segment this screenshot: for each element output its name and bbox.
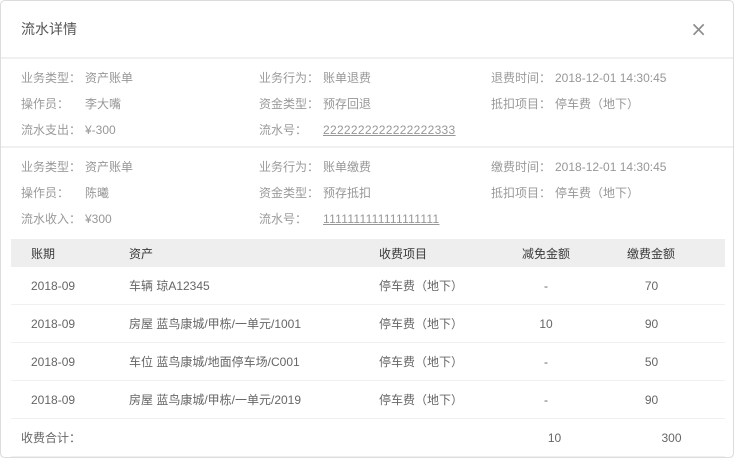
field-label: 业务类型： xyxy=(21,69,85,86)
column-header-payment: 缴费金额 xyxy=(601,239,725,267)
dialog-header: 流水详情 × xyxy=(1,1,733,59)
flow-detail-dialog: 流水详情 × 业务类型：资产账单 业务行为：账单退费 退费时间：2018-12-… xyxy=(0,0,734,458)
column-header-period: 账期 xyxy=(11,239,111,267)
cell-period: 2018-09 xyxy=(11,267,111,305)
field-flow-number: 流水号：2222222222222222333 xyxy=(259,121,491,138)
total-reduction: 10 xyxy=(491,419,601,457)
field-value: 李大嘴 xyxy=(85,97,121,111)
cell-asset: 车位 蓝鸟康城/地面停车场/C001 xyxy=(111,343,361,381)
info-block-refund: 业务类型：资产账单 业务行为：账单退费 退费时间：2018-12-01 14:3… xyxy=(1,59,733,148)
field-label: 抵扣项目： xyxy=(491,95,555,112)
field-deduction-item: 抵扣项目：停车费（地下） xyxy=(491,184,713,201)
field-label: 流水号： xyxy=(259,121,323,138)
cell-reduction: 10 xyxy=(491,305,601,343)
table-header-row: 账期 资产 收费项目 减免金额 缴费金额 xyxy=(11,239,725,267)
field-value: 2018-12-01 14:30:45 xyxy=(555,160,666,174)
field-business-action: 业务行为：账单退费 xyxy=(259,69,491,86)
cell-reduction: - xyxy=(491,343,601,381)
cell-payment: 70 xyxy=(601,267,725,305)
field-label: 业务行为： xyxy=(259,158,323,175)
cell-asset: 车辆 琼A12345 xyxy=(111,267,361,305)
field-label: 流水收入： xyxy=(21,210,85,227)
dialog-title: 流水详情 xyxy=(21,19,77,39)
field-operator: 操作员：陈曦 xyxy=(21,184,259,201)
cell-period: 2018-09 xyxy=(11,305,111,343)
column-header-reduction: 减免金额 xyxy=(491,239,601,267)
cell-payment: 90 xyxy=(601,305,725,343)
field-value: 陈曦 xyxy=(85,186,109,200)
table-row: 2018-09 车辆 琼A12345 停车费（地下） - 70 xyxy=(11,267,725,305)
field-business-action: 业务行为：账单缴费 xyxy=(259,158,491,175)
field-value: 预存抵扣 xyxy=(323,186,371,200)
field-refund-time: 退费时间：2018-12-01 14:30:45 xyxy=(491,69,713,86)
field-value: 账单退费 xyxy=(323,71,371,85)
field-value: ¥-300 xyxy=(85,123,116,137)
cell-fee-item: 停车费（地下） xyxy=(361,267,491,305)
field-value: ¥300 xyxy=(85,212,112,226)
field-label: 缴费时间： xyxy=(491,158,555,175)
table-row: 2018-09 车位 蓝鸟康城/地面停车场/C001 停车费（地下） - 50 xyxy=(11,343,725,381)
cell-fee-item: 停车费（地下） xyxy=(361,381,491,419)
column-header-asset: 资产 xyxy=(111,239,361,267)
cell-fee-item: 停车费（地下） xyxy=(361,305,491,343)
field-label: 操作员： xyxy=(21,95,85,112)
field-value: 停车费（地下） xyxy=(555,186,639,200)
field-label: 资金类型： xyxy=(259,184,323,201)
cell-payment: 90 xyxy=(601,381,725,419)
field-fund-type: 资金类型：预存抵扣 xyxy=(259,184,491,201)
cell-fee-item: 停车费（地下） xyxy=(361,343,491,381)
field-value: 预存回退 xyxy=(323,97,371,111)
cell-reduction: - xyxy=(491,267,601,305)
field-value: 账单缴费 xyxy=(323,160,371,174)
flow-number-link[interactable]: 2222222222222222333 xyxy=(323,123,456,137)
field-value: 资产账单 xyxy=(85,71,133,85)
column-header-fee-item: 收费项目 xyxy=(361,239,491,267)
cell-asset: 房屋 蓝鸟康城/甲栋/一单元/1001 xyxy=(111,305,361,343)
field-business-type: 业务类型：资产账单 xyxy=(21,69,259,86)
table-row: 2018-09 房屋 蓝鸟康城/甲栋/一单元/2019 停车费（地下） - 90 xyxy=(11,381,725,419)
cell-payment: 50 xyxy=(601,343,725,381)
field-label: 流水支出： xyxy=(21,121,85,138)
total-label: 收费合计： xyxy=(11,419,491,457)
field-flow-number: 流水号：1111111111111111111 xyxy=(259,210,491,227)
field-business-type: 业务类型：资产账单 xyxy=(21,158,259,175)
flow-number-link[interactable]: 1111111111111111111 xyxy=(323,212,439,226)
field-operator: 操作员：李大嘴 xyxy=(21,95,259,112)
field-value: 2018-12-01 14:30:45 xyxy=(555,71,666,85)
field-fund-type: 资金类型：预存回退 xyxy=(259,95,491,112)
field-label: 业务类型： xyxy=(21,158,85,175)
field-value: 资产账单 xyxy=(85,160,133,174)
field-label: 退费时间： xyxy=(491,69,555,86)
fee-table: 账期 资产 收费项目 减免金额 缴费金额 2018-09 车辆 琼A12345 … xyxy=(11,239,725,457)
close-icon[interactable]: × xyxy=(684,17,713,41)
table-row: 2018-09 房屋 蓝鸟康城/甲栋/一单元/1001 停车费（地下） 10 9… xyxy=(11,305,725,343)
field-value: 停车费（地下） xyxy=(555,97,639,111)
field-label: 业务行为： xyxy=(259,69,323,86)
total-payment: 300 xyxy=(601,419,725,457)
field-label: 操作员： xyxy=(21,184,85,201)
cell-reduction: - xyxy=(491,381,601,419)
field-label: 资金类型： xyxy=(259,95,323,112)
table-total-row: 收费合计： 10 300 xyxy=(11,419,725,457)
cell-period: 2018-09 xyxy=(11,381,111,419)
field-flow-expense: 流水支出：¥-300 xyxy=(21,121,259,138)
field-flow-income: 流水收入：¥300 xyxy=(21,210,259,227)
info-block-payment: 业务类型：资产账单 业务行为：账单缴费 缴费时间：2018-12-01 14:3… xyxy=(1,148,733,235)
field-payment-time: 缴费时间：2018-12-01 14:30:45 xyxy=(491,158,713,175)
field-label: 抵扣项目： xyxy=(491,184,555,201)
field-label: 流水号： xyxy=(259,210,323,227)
cell-period: 2018-09 xyxy=(11,343,111,381)
cell-asset: 房屋 蓝鸟康城/甲栋/一单元/2019 xyxy=(111,381,361,419)
field-deduction-item: 抵扣项目：停车费（地下） xyxy=(491,95,713,112)
